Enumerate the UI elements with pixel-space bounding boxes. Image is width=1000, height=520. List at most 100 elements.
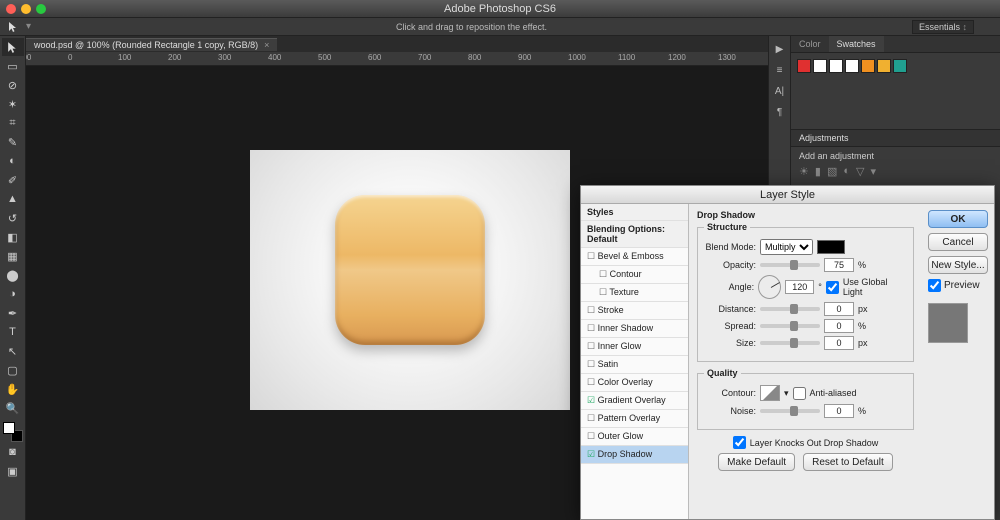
heal-tool[interactable]: ◐	[2, 152, 24, 170]
anti-aliased-label: Anti-aliased	[810, 388, 857, 398]
blend-mode-select[interactable]: Multiply	[760, 239, 813, 255]
texture-item[interactable]: Texture	[581, 284, 688, 302]
swatches-tab[interactable]: Swatches	[829, 36, 884, 52]
workspace-switcher[interactable]: Essentials ↕	[912, 20, 974, 34]
swatch[interactable]	[797, 59, 811, 73]
spread-slider[interactable]	[760, 324, 820, 328]
brightness-icon[interactable]: ☀	[799, 165, 809, 178]
noise-slider[interactable]	[760, 409, 820, 413]
brush-tool[interactable]: ✐	[2, 171, 24, 189]
shape-tool[interactable]: ▢	[2, 361, 24, 379]
drop-shadow-item[interactable]: Drop Shadow	[581, 446, 688, 464]
color-overlay-item[interactable]: Color Overlay	[581, 374, 688, 392]
contour-picker[interactable]	[760, 385, 780, 401]
use-global-light-checkbox[interactable]	[826, 281, 839, 294]
canvas[interactable]	[250, 150, 570, 410]
quickmask-icon[interactable]: ◙	[2, 443, 24, 461]
bevel-emboss-item[interactable]: Bevel & Emboss	[581, 248, 688, 266]
close-tab-icon[interactable]: ×	[264, 40, 269, 50]
structure-group: Structure Blend Mode: Multiply Opacity: …	[697, 222, 914, 362]
angle-dial[interactable]	[758, 275, 781, 299]
layer-style-dialog: Layer Style Styles Blending Options: Def…	[580, 185, 995, 520]
lasso-tool[interactable]: ⊘	[2, 76, 24, 94]
swatch[interactable]	[861, 59, 875, 73]
dodge-tool[interactable]: ◑	[2, 285, 24, 303]
marquee-tool[interactable]: ▭	[2, 57, 24, 75]
eyedropper-tool[interactable]: ✎	[2, 133, 24, 151]
stroke-item[interactable]: Stroke	[581, 302, 688, 320]
distance-slider[interactable]	[760, 307, 820, 311]
fg-bg-colors[interactable]	[3, 422, 23, 442]
knockout-label: Layer Knocks Out Drop Shadow	[750, 438, 879, 448]
distance-input[interactable]: 0	[824, 302, 854, 316]
angle-input[interactable]: 120	[785, 280, 814, 294]
satin-item[interactable]: Satin	[581, 356, 688, 374]
new-style-button[interactable]: New Style...	[928, 256, 988, 274]
styles-header[interactable]: Styles	[581, 204, 688, 221]
character-panel-icon[interactable]: A|	[775, 86, 784, 97]
hand-tool[interactable]: ✋	[2, 380, 24, 398]
cancel-button[interactable]: Cancel	[928, 233, 988, 251]
adjustments-tab[interactable]: Adjustments	[791, 129, 1000, 147]
swatch[interactable]	[813, 59, 827, 73]
noise-input[interactable]: 0	[824, 404, 854, 418]
pen-tool[interactable]: ✒	[2, 304, 24, 322]
opacity-slider[interactable]	[760, 263, 820, 267]
screenmode-icon[interactable]: ▣	[2, 462, 24, 480]
quality-group: Quality Contour: ▾ Anti-aliased Noise: 0…	[697, 368, 914, 430]
anti-aliased-checkbox[interactable]	[793, 387, 806, 400]
path-tool[interactable]: ↖	[2, 342, 24, 360]
swatch[interactable]	[829, 59, 843, 73]
inner-glow-item[interactable]: Inner Glow	[581, 338, 688, 356]
inner-shadow-item[interactable]: Inner Shadow	[581, 320, 688, 338]
paragraph-panel-icon[interactable]: ¶	[777, 107, 782, 118]
quality-legend: Quality	[704, 368, 741, 378]
spread-input[interactable]: 0	[824, 319, 854, 333]
blur-tool[interactable]: ⬤	[2, 266, 24, 284]
crop-tool[interactable]: ⌗	[2, 114, 24, 132]
opacity-input[interactable]: 75	[824, 258, 854, 272]
swatch[interactable]	[845, 59, 859, 73]
distance-label: Distance:	[704, 304, 756, 314]
ok-button[interactable]: OK	[928, 210, 988, 228]
curves-icon[interactable]: ▧	[827, 165, 837, 178]
adjustments-body: Add an adjustment ☀ ▮ ▧ ◐ ▽ ▾	[791, 147, 1000, 182]
more-icon[interactable]: ▾	[870, 165, 876, 178]
pattern-overlay-item[interactable]: Pattern Overlay	[581, 410, 688, 428]
wand-tool[interactable]: ✶	[2, 95, 24, 113]
color-tab[interactable]: Color	[791, 36, 829, 52]
horizontal-ruler: 6000100200300400500600700800900100011001…	[26, 52, 770, 66]
swatch[interactable]	[893, 59, 907, 73]
preview-checkbox[interactable]	[928, 279, 941, 292]
blending-options[interactable]: Blending Options: Default	[581, 221, 688, 248]
swatch[interactable]	[877, 59, 891, 73]
collapsed-panel-dock: ▶ ≡ A| ¶	[768, 36, 790, 196]
move-tool[interactable]	[2, 38, 24, 56]
zoom-tool[interactable]: 🔍	[2, 399, 24, 417]
vibrance-icon[interactable]: ▽	[856, 165, 864, 178]
size-slider[interactable]	[760, 341, 820, 345]
outer-glow-item[interactable]: Outer Glow	[581, 428, 688, 446]
preview-swatch	[928, 303, 968, 343]
stamp-tool[interactable]: ▲	[2, 190, 24, 208]
opacity-label: Opacity:	[704, 260, 756, 270]
knockout-checkbox[interactable]	[733, 436, 746, 449]
swatches-grid	[791, 53, 1000, 79]
dialog-title: Layer Style	[581, 186, 994, 204]
gradient-tool[interactable]: ▦	[2, 247, 24, 265]
exposure-icon[interactable]: ◐	[843, 165, 850, 178]
actions-panel-icon[interactable]: ≡	[777, 65, 783, 76]
make-default-button[interactable]: Make Default	[718, 453, 795, 471]
levels-icon[interactable]: ▮	[815, 165, 821, 178]
history-brush-tool[interactable]: ↺	[2, 209, 24, 227]
eraser-tool[interactable]: ◧	[2, 228, 24, 246]
move-tool-icon[interactable]	[6, 20, 20, 34]
gradient-overlay-item[interactable]: Gradient Overlay	[581, 392, 688, 410]
document-tab[interactable]: wood.psd @ 100% (Rounded Rectangle 1 cop…	[26, 38, 277, 51]
contour-item[interactable]: Contour	[581, 266, 688, 284]
shadow-color-chip[interactable]	[817, 240, 845, 254]
type-tool[interactable]: T	[2, 323, 24, 341]
reset-default-button[interactable]: Reset to Default	[803, 453, 893, 471]
history-panel-icon[interactable]: ▶	[776, 44, 784, 55]
size-input[interactable]: 0	[824, 336, 854, 350]
